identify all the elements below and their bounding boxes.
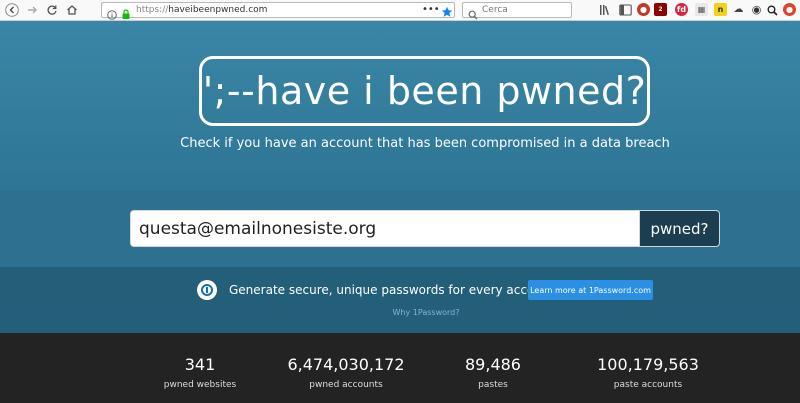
stat-pastes: 89,486 pastes [433,355,553,390]
stat-paste-accounts: 100,179,563 paste accounts [583,355,713,390]
search-bar[interactable]: Cerca [462,2,572,20]
stat-value: 100,179,563 [597,355,699,374]
ghost-extension-icon[interactable]: ◉ [750,3,763,16]
site-logo-text: ';--have i been pwned? [202,69,647,113]
n-extension-label: n [717,5,724,14]
hero-section: ';--have i been pwned? Check if you have… [0,21,800,190]
promo-text: Generate secure, unique passwords for ev… [229,283,555,297]
stat-label: pwned websites [163,380,237,390]
sidebar-icon[interactable] [617,2,633,18]
zoom-search-icon[interactable] [764,2,780,18]
back-icon[interactable] [4,2,20,18]
browser-toolbar: https://haveibeenpwned.com ••• Cerca ● 2… [0,0,800,21]
reload-icon[interactable] [44,2,60,18]
stats-bar: 341 pwned websites 6,474,030,172 pwned a… [0,333,800,403]
address-bar[interactable]: https://haveibeenpwned.com ••• [101,2,455,20]
url-text: https://haveibeenpwned.com [136,4,267,17]
stat-pwned-websites: 341 pwned websites [140,355,260,390]
url-scheme: https:// [136,5,169,15]
stat-label: pastes [478,380,508,390]
email-input[interactable] [130,210,639,247]
stat-label: paste accounts [613,380,683,390]
1password-icon [197,280,217,300]
site-logo[interactable]: ';--have i been pwned? [199,56,650,126]
fd-extension-icon[interactable]: fd [675,3,688,16]
fd-extension-label: fd [676,5,687,14]
n-extension-icon[interactable]: n [714,3,727,16]
home-icon[interactable] [64,2,80,18]
search-section: pwned? [0,190,800,267]
red-extension-icon[interactable]: ● [783,3,796,16]
library-icon[interactable] [597,2,613,18]
tagline: Check if you have an account that has be… [180,136,670,151]
why-1password-link[interactable]: Why 1Password? [0,308,800,317]
stat-value: 6,474,030,172 [287,355,405,374]
bookmark-star-icon[interactable] [441,3,453,22]
adblock-extension-icon[interactable]: ● [637,3,650,16]
page-actions-icon[interactable]: ••• [422,4,440,15]
search-placeholder: Cerca [482,5,508,15]
ublock-badge: 2 [658,6,663,13]
ublock-extension-icon[interactable]: 2 [654,3,667,16]
password-promo: Generate secure, unique passwords for ev… [0,267,800,333]
pocket-icon[interactable]: ☁ [732,3,745,16]
stat-value: 341 [184,355,216,374]
grid-extension-icon[interactable]: ▦ [695,3,708,16]
learn-more-button[interactable]: Learn more at 1Password.com [528,280,653,300]
forward-icon[interactable] [24,2,40,18]
stat-label: pwned accounts [309,380,383,390]
stat-pwned-accounts: 6,474,030,172 pwned accounts [276,355,416,390]
url-host: haveibeenpwned.com [168,5,268,15]
stat-value: 89,486 [465,355,521,374]
pwned-button[interactable]: pwned? [639,210,720,247]
